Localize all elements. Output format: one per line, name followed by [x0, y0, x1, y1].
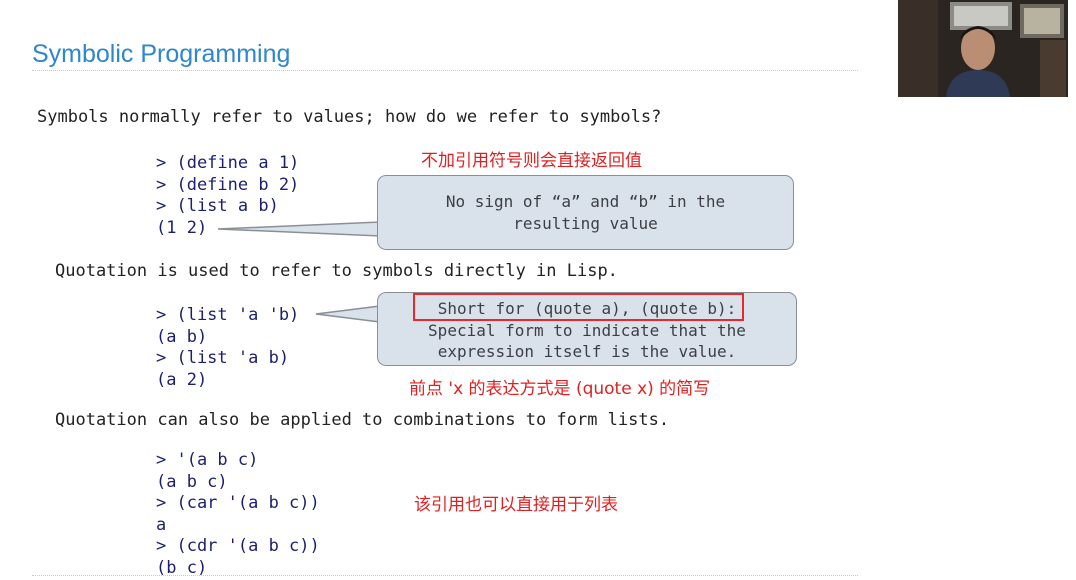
code-line: > (list 'a b): [156, 348, 290, 369]
code-line: > (cdr '(a b c)): [156, 536, 320, 557]
webcam-video: [898, 0, 1068, 97]
footer-divider: [32, 575, 858, 576]
callout-line: resulting value: [513, 213, 658, 233]
callout-no-sign: No sign of “a” and “b” in the resulting …: [377, 175, 794, 250]
code-line: (a b): [156, 326, 208, 347]
callout-line: Special form to indicate that the: [428, 320, 746, 340]
annotation-quote-shorthand: 前点 'x 的表达方式是 (quote x) 的简写: [409, 379, 711, 399]
callout-line: No sign of “a” and “b” in the: [445, 192, 726, 211]
presenter-video-frame: [898, 0, 1068, 97]
combination-intro-text: Quotation can also be applied to combina…: [55, 410, 670, 430]
code-block-list: > '(a b c) (a b c) > (car '(a b c)) a > …: [156, 450, 320, 580]
code-line: (a 2): [156, 369, 208, 390]
annotation-list-quote: 该引用也可以直接用于列表: [414, 495, 618, 515]
quotation-intro-text: Quotation is used to refer to symbols di…: [55, 261, 618, 281]
code-line: > (car '(a b c)): [156, 493, 320, 514]
code-line: > '(a b c): [156, 450, 259, 470]
code-line: > (list 'a 'b): [156, 305, 300, 325]
code-block-quote: > (list 'a 'b) (a b) > (list 'a b) (a 2): [156, 305, 299, 391]
code-line: (b c): [156, 557, 208, 578]
callout-line: expression itself is the value.: [437, 342, 737, 361]
code-line: (a b c): [156, 471, 228, 492]
highlight-box: [413, 293, 744, 321]
code-line: a: [156, 514, 167, 535]
